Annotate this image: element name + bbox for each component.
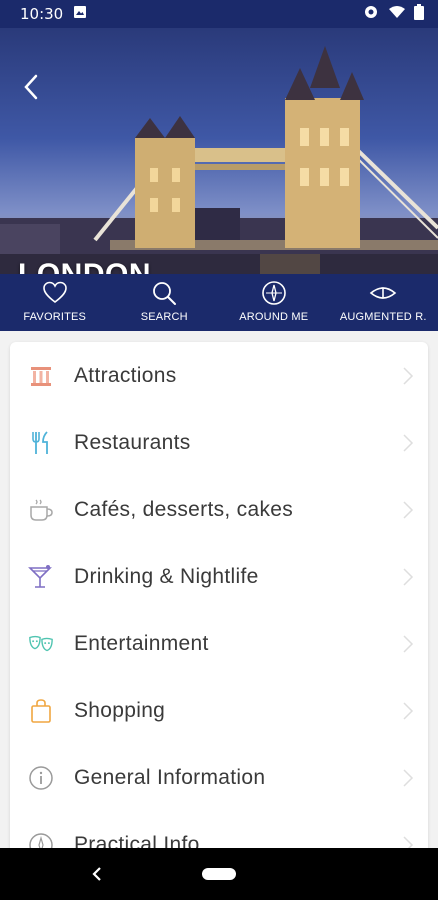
tab-label: SEARCH bbox=[140, 311, 188, 323]
list-item-label: Drinking & Nightlife bbox=[74, 564, 259, 588]
chevron-right-icon bbox=[403, 366, 414, 385]
tab-bar: FAVORITES SEARCH AROUND ME AUGMENTED R. bbox=[0, 274, 438, 331]
list-item-cafes[interactable]: Cafés, desserts, cakes bbox=[10, 476, 428, 543]
chevron-right-icon bbox=[403, 701, 414, 720]
chevron-right-icon bbox=[403, 500, 414, 519]
cutlery-icon bbox=[28, 430, 54, 456]
list-item-drinking-nightlife[interactable]: Drinking & Nightlife bbox=[10, 543, 428, 610]
tab-label: FAVORITES bbox=[23, 311, 87, 323]
system-home-button[interactable] bbox=[202, 868, 236, 880]
list-item-label: Attractions bbox=[74, 363, 177, 387]
system-back-button[interactable] bbox=[90, 864, 104, 884]
list-item-attractions[interactable]: Attractions bbox=[10, 342, 428, 409]
list-item-general-information[interactable]: General Information bbox=[10, 744, 428, 811]
back-button[interactable] bbox=[18, 72, 48, 102]
compass-icon bbox=[261, 280, 287, 306]
hero-image: LONDON bbox=[0, 28, 438, 274]
list-item-label: Shopping bbox=[74, 698, 166, 722]
heart-icon bbox=[42, 280, 68, 306]
eye-icon bbox=[369, 280, 397, 306]
chevron-right-icon bbox=[403, 567, 414, 586]
theater-masks-icon bbox=[28, 631, 54, 657]
chevron-left-icon bbox=[92, 867, 101, 881]
wifi-icon bbox=[388, 5, 406, 24]
shopping-bag-icon bbox=[28, 698, 54, 724]
eye-status-icon bbox=[362, 5, 380, 24]
system-navigation-bar bbox=[0, 848, 438, 900]
chevron-right-icon bbox=[403, 768, 414, 787]
page-title: LONDON bbox=[18, 258, 151, 274]
status-bar: 10:30 bbox=[0, 0, 438, 28]
cocktail-icon bbox=[28, 564, 54, 590]
tab-label: AROUND ME bbox=[239, 311, 309, 323]
category-list: Attractions Restaurants Cafés, desserts,… bbox=[10, 342, 428, 882]
tab-search[interactable]: SEARCH bbox=[110, 274, 220, 331]
list-item-entertainment[interactable]: Entertainment bbox=[10, 610, 428, 677]
list-item-label: Entertainment bbox=[74, 631, 209, 655]
chevron-right-icon bbox=[403, 634, 414, 653]
tab-around-me[interactable]: AROUND ME bbox=[219, 274, 329, 331]
status-time: 10:30 bbox=[20, 5, 64, 23]
tab-label: AUGMENTED R. bbox=[339, 311, 427, 323]
image-notification-icon bbox=[73, 5, 87, 24]
chevron-right-icon bbox=[403, 433, 414, 452]
list-item-restaurants[interactable]: Restaurants bbox=[10, 409, 428, 476]
coffee-cup-icon bbox=[28, 497, 54, 523]
list-item-label: Restaurants bbox=[74, 430, 191, 454]
tab-favorites[interactable]: FAVORITES bbox=[0, 274, 110, 331]
tower-bridge-illustration bbox=[0, 46, 438, 274]
landmark-icon bbox=[28, 363, 54, 389]
list-item-label: Cafés, desserts, cakes bbox=[74, 497, 294, 521]
search-icon bbox=[151, 280, 177, 306]
list-item-shopping[interactable]: Shopping bbox=[10, 677, 428, 744]
chevron-left-icon bbox=[24, 74, 38, 100]
list-item-label: General Information bbox=[74, 765, 266, 789]
tab-augmented-reality[interactable]: AUGMENTED R. bbox=[329, 274, 438, 331]
battery-icon bbox=[414, 3, 424, 25]
info-icon bbox=[28, 765, 54, 791]
